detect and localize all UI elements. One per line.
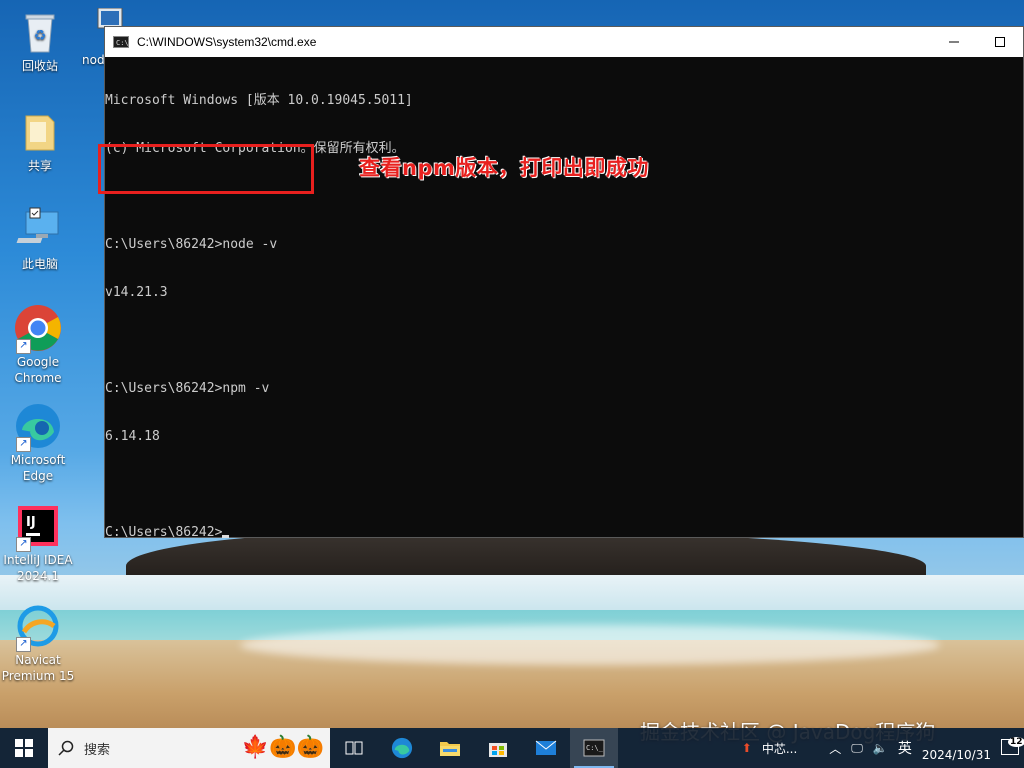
ime-indicator[interactable]: 英 [893, 738, 917, 758]
console-line: v14.21.3 [105, 285, 168, 300]
desktop-icon-share[interactable]: 共享 [2, 108, 78, 174]
folder-icon [16, 108, 64, 156]
desktop-icon-microsoft-edge[interactable]: ↗ Microsoft Edge [0, 402, 76, 484]
task-view-icon [345, 741, 363, 755]
console-line: 6.14.18 [105, 429, 160, 444]
desktop-icon-label: Navicat Premium 15 [1, 653, 75, 683]
desktop-icon-label: 回收站 [21, 59, 58, 73]
desktop-icon-google-chrome[interactable]: ↗ Google Chrome [0, 304, 76, 386]
console-line: C:\Users\86242>npm -v [105, 381, 270, 396]
volume-icon[interactable]: 🔈 [868, 741, 893, 755]
window-title: C:\WINDOWS\system32\cmd.exe [137, 35, 317, 49]
taskbar-cmd[interactable]: C:\_ [570, 728, 618, 768]
desktop-icon-this-pc[interactable]: 此电脑 [2, 206, 78, 272]
shortcut-arrow-icon: ↗ [16, 339, 31, 354]
text-cursor [222, 535, 230, 538]
tray-app-label[interactable]: 中芯... [757, 740, 802, 757]
shortcut-arrow-icon: ↗ [16, 437, 31, 452]
chrome-icon: ↗ [14, 304, 62, 354]
edge-icon [391, 737, 413, 759]
svg-text:IJ: IJ [26, 515, 36, 530]
navicat-icon: ↗ [14, 602, 62, 652]
search-placeholder: 搜索 [84, 742, 111, 758]
show-hidden-icons-chevron-icon[interactable]: ︿ [824, 740, 846, 757]
computer-icon [16, 206, 64, 254]
tray-app-icon[interactable]: ⬆ [737, 741, 757, 755]
console-prompt: C:\Users\86242> [105, 525, 223, 540]
store-icon [489, 743, 507, 757]
search-icon [58, 740, 74, 756]
desktop-icon-label: IntelliJ IDEA 2024.1 [3, 553, 73, 583]
clock-date[interactable]: 2024/10/31 [917, 734, 996, 762]
halloween-pumpkin-icon: 🍁🎃🎃 [241, 735, 324, 760]
system-tray: ⬆ 中芯... ︿ 🖵 🔈 英 2024/10/31 12 [737, 728, 1024, 768]
mail-icon [535, 740, 557, 755]
desktop-icon-navicat[interactable]: ↗ Navicat Premium 15 [0, 602, 76, 684]
console-prompt-line[interactable]: C:\Users\86242> [105, 525, 1023, 541]
console-line: C:\Users\86242>node -v [105, 237, 278, 252]
shortcut-arrow-icon: ↗ [16, 537, 31, 552]
windows-logo-icon [15, 739, 33, 757]
taskbar-file-explorer[interactable] [426, 728, 474, 768]
taskbar-store[interactable] [474, 728, 522, 768]
svg-text:C:\_: C:\_ [586, 744, 604, 752]
desktop-icon-label: Google Chrome [14, 355, 62, 385]
cmd-icon: C:\ [113, 36, 129, 48]
notification-count: 12 [1008, 736, 1024, 747]
intellij-icon: IJ ↗ [14, 502, 62, 552]
annotation-text: 查看npm版本，打印出即成功 [359, 156, 649, 180]
taskbar-mail[interactable] [522, 728, 570, 768]
desktop-icon-label: 共享 [27, 159, 52, 173]
start-button[interactable] [0, 728, 48, 768]
task-view-button[interactable] [330, 728, 378, 768]
shortcut-arrow-icon: ↗ [16, 637, 31, 652]
edge-icon: ↗ [14, 402, 62, 452]
network-icon[interactable]: 🖵 [846, 741, 868, 756]
notification-center-button[interactable]: 12 [996, 736, 1024, 758]
cmd-window[interactable]: C:\ C:\WINDOWS\system32\cmd.exe Microsof… [104, 26, 1024, 540]
svg-text:♻: ♻ [34, 28, 47, 44]
console-line: Microsoft Windows [版本 10.0.19045.5011] [105, 93, 413, 108]
desktop-icon-label: Microsoft Edge [10, 453, 66, 483]
maximize-icon [995, 37, 1005, 47]
desktop-icon-label: 此电脑 [21, 257, 58, 271]
taskbar-edge[interactable] [378, 728, 426, 768]
folder-icon [440, 742, 460, 756]
maximize-button[interactable] [977, 27, 1023, 57]
desktop-icon-recycle-bin[interactable]: ♻ 回收站 [2, 8, 78, 74]
minimize-icon [949, 41, 959, 43]
console-output[interactable]: Microsoft Windows [版本 10.0.19045.5011] (… [105, 57, 1023, 573]
cmd-titlebar[interactable]: C:\ C:\WINDOWS\system32\cmd.exe [105, 27, 1023, 57]
recycle-bin-icon: ♻ [16, 8, 64, 56]
cmd-icon: C:\_ [583, 739, 605, 757]
taskbar: 搜索 🍁🎃🎃 C:\_ ⬆ 中芯... ︿ 🖵 🔈 英 2024/10/31 1… [0, 728, 1024, 768]
minimize-button[interactable] [931, 27, 977, 57]
taskbar-search-box[interactable]: 搜索 🍁🎃🎃 [48, 728, 330, 768]
desktop-icon-intellij-idea[interactable]: IJ ↗ IntelliJ IDEA 2024.1 [0, 502, 76, 584]
highlight-box [98, 144, 314, 194]
